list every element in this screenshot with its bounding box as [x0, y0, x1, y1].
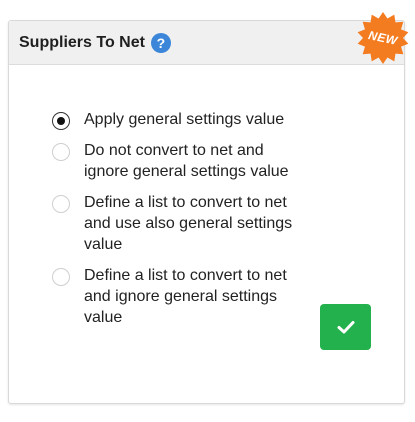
option-label: Define a list to convert to net and use …	[84, 194, 293, 253]
suppliers-to-net-card: Suppliers To Net ? NEW Apply general set…	[8, 12, 409, 404]
option-list-and-general[interactable]: Define a list to convert to net and use …	[9, 192, 404, 255]
radio-button[interactable]	[52, 143, 70, 161]
new-badge: NEW	[356, 11, 410, 65]
card-title: Suppliers To Net	[19, 33, 145, 51]
option-do-not-convert[interactable]: Do not convert to net and ignore general…	[9, 140, 404, 182]
option-label: Do not convert to net and ignore general…	[84, 142, 289, 180]
option-apply-general-settings[interactable]: Apply general settings value	[9, 109, 404, 130]
checkmark-icon	[337, 321, 354, 334]
option-label: Apply general settings value	[84, 111, 285, 128]
question-mark-icon[interactable]: ?	[150, 32, 171, 53]
radio-button[interactable]	[52, 195, 70, 213]
confirm-button[interactable]	[320, 304, 371, 350]
radio-button[interactable]	[52, 112, 70, 130]
new-badge-label: NEW	[367, 28, 399, 48]
radio-button[interactable]	[52, 268, 70, 286]
option-label: Define a list to convert to net and igno…	[84, 267, 287, 326]
card-header: Suppliers To Net ?	[9, 21, 404, 65]
conversion-options: Apply general settings value Do not conv…	[9, 109, 404, 328]
